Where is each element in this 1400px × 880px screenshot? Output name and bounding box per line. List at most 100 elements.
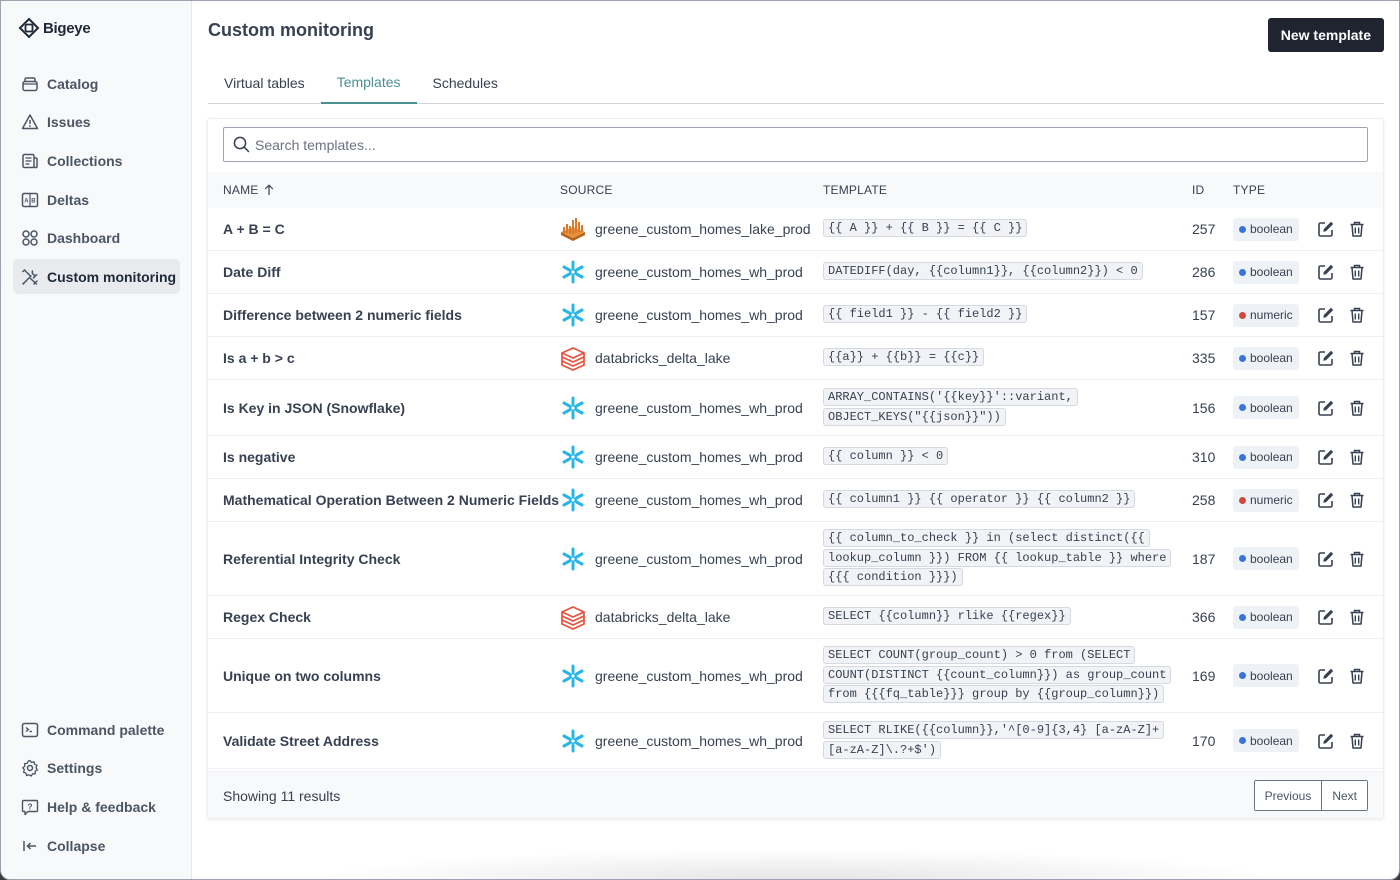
table-row[interactable]: Unique on two columns greene_custom_homes… xyxy=(208,639,1383,713)
type-dot-icon xyxy=(1239,311,1246,319)
column-header-name[interactable]: NAME xyxy=(223,183,274,197)
logo[interactable]: Bigeye xyxy=(18,17,91,39)
template-name[interactable]: Referential Integrity Check xyxy=(223,522,400,595)
sidebar-item-catalog[interactable]: Catalog xyxy=(13,66,180,101)
template-name[interactable]: Unique on two columns xyxy=(223,639,381,712)
tab-templates[interactable]: Templates xyxy=(320,62,417,104)
type-badge: boolean xyxy=(1233,605,1299,629)
template-name[interactable]: Regex Check xyxy=(223,596,311,638)
column-header-type[interactable]: TYPE xyxy=(1233,183,1265,197)
search-box[interactable] xyxy=(223,127,1368,162)
sidebar-item-label: Collapse xyxy=(47,837,106,854)
table-row[interactable]: Is Key in JSON (Snowflake) greene_custom_… xyxy=(208,380,1383,436)
trash-icon[interactable] xyxy=(1348,667,1366,685)
trash-icon[interactable] xyxy=(1348,491,1366,509)
sidebar-item-collapse[interactable]: Collapse xyxy=(13,828,180,863)
sidebar-item-help-feedback[interactable]: ? Help & feedback xyxy=(13,789,180,824)
row-actions xyxy=(1317,639,1366,712)
trash-icon[interactable] xyxy=(1348,220,1366,238)
type-badge: boolean xyxy=(1233,396,1299,419)
template-name[interactable]: Difference between 2 numeric fields xyxy=(223,294,462,336)
sidebar-item-issues[interactable]: Issues xyxy=(13,105,180,140)
template-code-line: {{ A }} + {{ B }} = {{ C }} xyxy=(823,219,1028,238)
trash-icon[interactable] xyxy=(1348,550,1366,568)
snowflake-icon xyxy=(560,302,586,328)
template-code: SELECT {{column}} rlike {{regex}} xyxy=(823,596,1179,638)
template-name[interactable]: Validate Street Address xyxy=(223,713,379,768)
column-header-template[interactable]: TEMPLATE xyxy=(823,183,887,197)
edit-icon[interactable] xyxy=(1317,550,1335,568)
edit-icon[interactable] xyxy=(1317,608,1335,626)
edit-icon[interactable] xyxy=(1317,448,1335,466)
template-source: greene_custom_homes_wh_prod xyxy=(560,713,803,768)
search-input[interactable] xyxy=(255,136,1367,153)
source-name: greene_custom_homes_wh_prod xyxy=(595,307,803,323)
template-name[interactable]: Mathematical Operation Between 2 Numeric… xyxy=(223,479,559,521)
type-dot-icon xyxy=(1239,555,1246,562)
column-header-id[interactable]: ID xyxy=(1192,183,1204,197)
template-name[interactable]: A + B = C xyxy=(223,208,285,250)
template-source: greene_custom_homes_wh_prod xyxy=(560,380,803,435)
trash-icon[interactable] xyxy=(1348,448,1366,466)
template-source: greene_custom_homes_wh_prod xyxy=(560,522,803,595)
template-code-line: OBJECT_KEYS("{{json}}")) xyxy=(823,407,1006,426)
tab-schedules[interactable]: Schedules xyxy=(417,62,514,103)
trash-icon[interactable] xyxy=(1348,263,1366,281)
template-code: ARRAY_CONTAINS('{{key}}'::variant, OBJECT… xyxy=(823,380,1179,435)
row-actions xyxy=(1317,337,1366,379)
template-code: DATEDIFF(day, {{column1}}, {{column2}}) … xyxy=(823,251,1179,293)
sidebar-item-dashboard[interactable]: Dashboard xyxy=(13,221,180,256)
sidebar-item-settings[interactable]: Settings xyxy=(13,751,180,786)
table-row[interactable]: Validate Street Address greene_custom_hom… xyxy=(208,713,1383,769)
column-header-source[interactable]: SOURCE xyxy=(560,183,613,197)
edit-icon[interactable] xyxy=(1317,220,1335,238)
edit-icon[interactable] xyxy=(1317,306,1335,324)
template-name[interactable]: Date Diff xyxy=(223,251,281,293)
template-name[interactable]: Is Key in JSON (Snowflake) xyxy=(223,380,405,435)
search-icon xyxy=(233,136,250,153)
sidebar-item-custom-monitoring[interactable]: Custom monitoring xyxy=(13,259,180,295)
new-template-button[interactable]: New template xyxy=(1267,18,1384,52)
trash-icon[interactable] xyxy=(1348,732,1366,750)
template-name[interactable]: Is negative xyxy=(223,436,295,478)
sidebar-item-command-palette[interactable]: Command palette xyxy=(13,712,180,747)
sidebar-item-label: Deltas xyxy=(47,191,90,208)
edit-icon[interactable] xyxy=(1317,667,1335,685)
table-row[interactable]: Date Diff greene_custom_homes_wh_prod DATE… xyxy=(208,251,1383,294)
previous-page-button[interactable]: Previous xyxy=(1254,781,1322,810)
next-page-button[interactable]: Next xyxy=(1321,781,1367,810)
trash-icon[interactable] xyxy=(1348,399,1366,417)
edit-icon[interactable] xyxy=(1317,349,1335,367)
template-type: boolean xyxy=(1233,596,1299,638)
page-title: Custom monitoring xyxy=(208,20,374,40)
row-actions xyxy=(1317,208,1366,250)
template-code-line: ARRAY_CONTAINS('{{key}}'::variant, xyxy=(823,388,1078,406)
edit-icon[interactable] xyxy=(1317,491,1335,509)
template-code-line: from {{{fq_table}}} group by {{group_col… xyxy=(823,685,1165,704)
table-row[interactable]: Is a + b > c databricks_delta_lake {{a}} +… xyxy=(208,337,1383,380)
trash-icon[interactable] xyxy=(1348,608,1366,626)
type-dot-icon xyxy=(1239,268,1246,276)
tab-virtual-tables[interactable]: Virtual tables xyxy=(208,62,321,103)
sidebar-item-deltas[interactable]: A B Deltas xyxy=(13,182,180,217)
type-badge: boolean xyxy=(1233,547,1299,570)
table-row[interactable]: Is negative greene_custom_homes_wh_prod {{… xyxy=(208,436,1383,479)
table-row[interactable]: A + B = C greene_custom_homes_lake_prod {{… xyxy=(208,208,1383,251)
template-name[interactable]: Is a + b > c xyxy=(223,337,295,379)
template-code-line: {{ column1 }} {{ operator }} {{ column2 … xyxy=(823,490,1136,509)
column-header-label: NAME xyxy=(223,183,259,197)
edit-icon[interactable] xyxy=(1317,263,1335,281)
trash-icon[interactable] xyxy=(1348,306,1366,324)
sidebar-item-collections[interactable]: Collections xyxy=(13,143,180,178)
edit-icon[interactable] xyxy=(1317,399,1335,417)
table-row[interactable]: Referential Integrity Check greene_custom… xyxy=(208,522,1383,596)
template-code-line: {{ column }} < 0 xyxy=(823,447,949,466)
table-row[interactable]: Mathematical Operation Between 2 Numeric… xyxy=(208,479,1383,522)
table-row[interactable]: Difference between 2 numeric fields green… xyxy=(208,294,1383,337)
edit-icon[interactable] xyxy=(1317,732,1335,750)
row-actions xyxy=(1317,380,1366,435)
table-row[interactable]: Regex Check databricks_delta_lake SELECT {… xyxy=(208,596,1383,639)
collapse-arrow-icon xyxy=(21,837,39,855)
template-code-line: lookup_column }}) FROM {{ lookup_table }… xyxy=(823,548,1172,567)
trash-icon[interactable] xyxy=(1348,349,1366,367)
